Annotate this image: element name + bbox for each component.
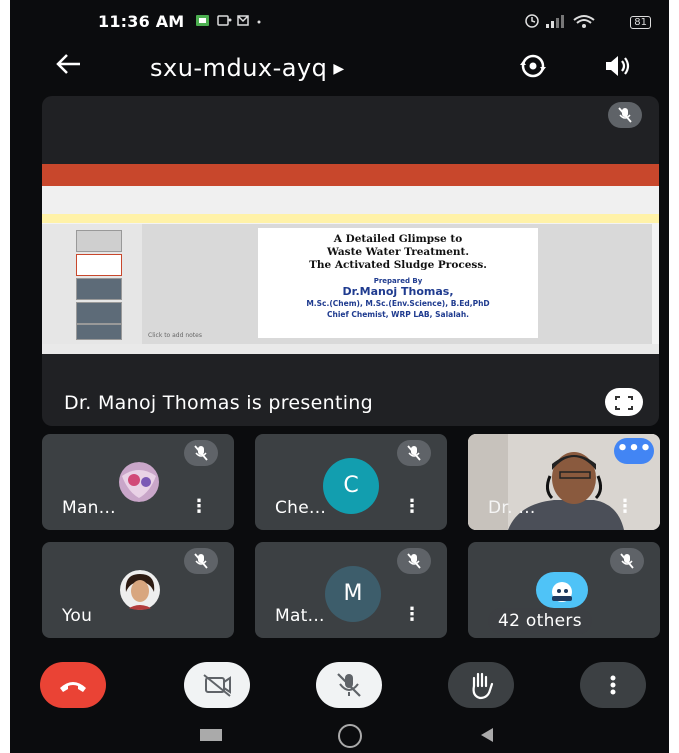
participant-tile[interactable]: M Mat... ⋮ [255,542,447,638]
participant-name: Che... [275,498,327,518]
android-nav-bar [10,718,669,753]
back-arrow-icon[interactable] [54,50,82,85]
raise-hand-button[interactable] [448,662,514,708]
slide-prepared-by: Prepared By [373,277,423,285]
slide-title-line: A Detailed Glimpse to [333,233,463,245]
slide-author: Dr.Manoj Thomas, [342,285,454,298]
participant-tile[interactable]: ••• Dr. ... ⋮ [468,434,660,530]
end-call-icon [60,682,86,692]
avatar [114,570,166,610]
avatar-initial: M [325,566,381,622]
back-triangle-icon[interactable] [478,726,496,744]
raise-hand-icon [472,672,494,700]
notification-icons [196,13,266,33]
slide-thumbnail [76,230,122,252]
status-time: 11:36 AM [98,12,185,31]
slide: A Detailed Glimpse to Waste Water Treatm… [258,228,538,338]
meeting-header: sxu-mdux-ayq ▶ [10,44,669,92]
participant-tile[interactable]: 42 others [468,542,660,638]
mic-off-badge [610,548,644,574]
more-vert-icon[interactable]: ⋮ [403,604,421,625]
speaker-icon[interactable] [602,53,632,79]
presenter-label: Dr. Manoj Thomas is presenting [64,392,373,414]
camera-off-icon [203,674,231,697]
more-vert-icon[interactable]: ⋮ [403,496,421,517]
group-avatar [536,572,588,608]
recents-icon[interactable] [200,729,222,741]
powerpoint-title-bar [42,164,659,186]
participant-tile[interactable]: You [42,542,234,638]
more-vert-icon[interactable]: ⋮ [190,496,208,517]
powerpoint-ribbon [42,186,659,215]
notes-placeholder: Click to add notes [148,332,202,339]
slide-degrees: M.Sc.(Chem), M.Sc.(Env.Science), B.Ed,Ph… [306,299,490,308]
more-vert-icon[interactable]: ⋮ [616,496,634,517]
caret-right-icon: ▶ [333,61,345,77]
mic-off-badge [397,440,431,466]
battery-indicator: 81 [630,16,651,29]
slide-thumbnails [42,224,142,344]
meeting-code[interactable]: sxu-mdux-ayq ▶ [150,54,345,82]
participant-name: Man... [62,498,116,518]
others-count: 42 others [488,608,592,634]
powerpoint-status-bar [42,344,659,354]
slide-thumbnail [76,302,122,324]
avatar [110,462,168,502]
mic-off-badge [397,548,431,574]
home-icon[interactable] [338,724,362,748]
slide-thumbnail [76,278,122,300]
slide-thumbnail [76,254,122,276]
mic-off-badge [184,548,218,574]
mic-off-badge [184,440,218,466]
shared-screen: A Detailed Glimpse to Waste Water Treatm… [42,164,659,354]
fullscreen-icon[interactable] [605,388,643,416]
presentation-tile[interactable]: A Detailed Glimpse to Waste Water Treatm… [42,96,659,426]
mic-off-badge [608,102,642,128]
slide-thumbnail [76,324,122,340]
participant-name: You [62,606,93,626]
participant-tile[interactable]: Man... ⋮ [42,434,234,530]
camera-off-button[interactable] [184,662,250,708]
end-call-button[interactable] [40,662,106,708]
more-options-button[interactable] [580,662,646,708]
meet-screen: 11:36 AM 81 sxu-mdux-ayq ▶ A Detailed Gl… [10,0,669,753]
slide-title-line: Waste Water Treatment. [326,246,470,258]
license-warning-bar [42,214,659,223]
avatar-initial: C [323,458,379,514]
speaking-indicator-icon: ••• [614,438,654,464]
slide-designation: Chief Chemist, WRP LAB, Salalah. [326,310,470,319]
more-vert-icon [610,675,616,695]
switch-camera-icon[interactable] [518,53,548,79]
participant-name: Mat... [275,606,325,626]
slide-title-line: The Activated Sludge Process. [309,259,487,271]
mic-off-button[interactable] [316,662,382,708]
slide-canvas: A Detailed Glimpse to Waste Water Treatm… [142,224,652,344]
meeting-code-text: sxu-mdux-ayq [150,54,328,82]
participant-tile[interactable]: C Che... ⋮ [255,434,447,530]
participant-name: Dr. ... [488,498,536,518]
status-bar: 11:36 AM 81 [10,0,669,42]
mic-off-icon [337,673,361,697]
system-icons: 81 [524,12,651,30]
